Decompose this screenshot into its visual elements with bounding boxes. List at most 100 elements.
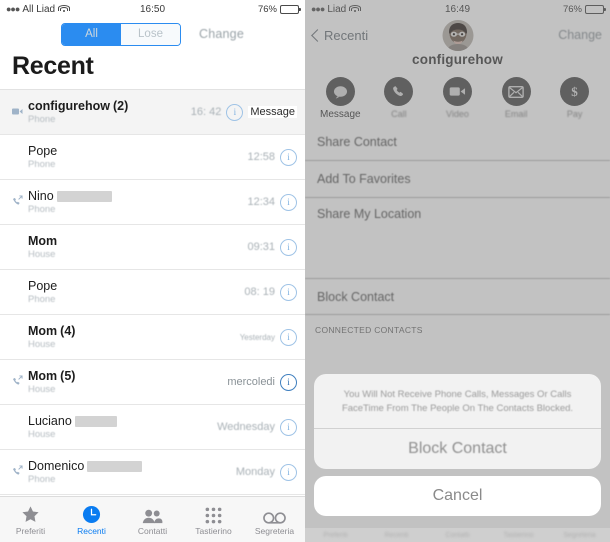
- call-row-body: Luciano House: [28, 414, 217, 440]
- recent-calls-list: configurehow (2) Phone 16: 42 i Message Pope P…: [0, 89, 305, 495]
- row-count: (5): [60, 369, 76, 383]
- call-log-row[interactable]: Mom (5) House mercoledi i: [0, 360, 305, 405]
- caller-label: House: [28, 339, 56, 350]
- star-icon: [21, 504, 40, 524]
- call-timestamp: 09:31: [247, 241, 275, 253]
- caller-label: House: [28, 429, 56, 440]
- call-row-body: Nino Phone: [28, 189, 247, 215]
- tab-preferiti[interactable]: Preferiti: [0, 504, 61, 536]
- tab-label: Tastierino: [195, 525, 232, 536]
- caller-name: Luciano: [28, 414, 217, 428]
- call-timestamp: 12:34: [247, 196, 275, 208]
- edit-button[interactable]: Change: [199, 27, 244, 41]
- people-icon: [142, 504, 163, 524]
- call-row-body: Mom (5) House: [28, 369, 227, 395]
- call-log-row[interactable]: Domenico Phone Monday i: [0, 450, 305, 495]
- call-row-meta: 16: 42 i Message: [190, 103, 305, 121]
- outgoing-call-icon: [12, 463, 23, 481]
- call-row-body: Domenico Phone: [28, 459, 236, 485]
- dual-screenshot-container: ●●● All Liad 16:50 76% All Lose Change R…: [0, 0, 610, 542]
- status-bar-carrier-group: ●●● All Liad: [6, 4, 70, 15]
- call-type-icon-slot: [6, 103, 28, 121]
- call-info-button[interactable]: i: [280, 238, 297, 256]
- row-trailing-label: Message: [248, 106, 297, 118]
- call-row-body: Mom House: [28, 234, 247, 260]
- caller-name: Mom (5): [28, 369, 76, 383]
- call-log-row[interactable]: Pope Phone 08: 19 i: [0, 270, 305, 315]
- row-count: (2): [112, 99, 129, 113]
- ghost-tab-label: Tastierino: [503, 531, 534, 539]
- caller-name: Mom (4): [28, 324, 76, 338]
- tab-label: Preferiti: [15, 525, 46, 536]
- recents-screen: ●●● All Liad 16:50 76% All Lose Change R…: [0, 0, 305, 542]
- call-type-icon-slot: [6, 463, 28, 481]
- contact-detail-screen: ●●● Liad 16:49 76% Recenti Change config…: [305, 0, 610, 542]
- call-info-button[interactable]: i: [280, 193, 297, 211]
- call-log-row[interactable]: Pope Phone 12:58 i: [0, 135, 305, 180]
- battery-percent-label: 76%: [257, 3, 277, 15]
- call-timestamp: mercoledi: [227, 376, 275, 388]
- call-info-button[interactable]: i: [280, 463, 297, 481]
- ghost-tab-label: Segreteria: [563, 531, 596, 539]
- voicemail-icon: [263, 504, 286, 524]
- outgoing-call-icon: [12, 193, 23, 211]
- call-row-meta: Yesterday i: [240, 328, 305, 346]
- caller-name: Mom: [28, 234, 58, 248]
- call-log-row[interactable]: Mom House 09:31 i: [0, 225, 305, 270]
- call-log-row[interactable]: configurehow (2) Phone 16: 42 i Message: [0, 90, 305, 135]
- status-bar-battery-group: 76%: [257, 3, 301, 15]
- call-info-button[interactable]: i: [226, 103, 244, 121]
- call-timestamp: 08: 19: [244, 286, 275, 298]
- call-log-row[interactable]: Luciano House Wednesday i: [0, 405, 305, 450]
- tab-bar-right: Preferiti Recenti Contatti Tastierino Segret…: [305, 528, 610, 542]
- call-log-row[interactable]: Nino Phone 12:34 i: [0, 180, 305, 225]
- block-contact-action-sheet: You Will Not Receive Phone Calls, Messag…: [314, 373, 601, 516]
- call-timestamp: 16: 42: [190, 106, 222, 118]
- caller-name: configurehow (2): [28, 99, 129, 113]
- action-sheet-confirm-button[interactable]: Block Contact: [314, 429, 601, 469]
- call-info-button[interactable]: i: [280, 418, 297, 436]
- tab-bar: Preferiti Recenti Contatti Tastierino Segret…: [0, 496, 305, 542]
- tab-label: Segreteria: [254, 525, 295, 536]
- tab-label: Contatti: [137, 525, 168, 536]
- caller-label: Phone: [28, 204, 56, 215]
- redacted-name-block: [87, 460, 143, 472]
- row-count: (4): [60, 324, 76, 338]
- page-title: Recent: [12, 52, 94, 80]
- action-sheet-cancel-button[interactable]: Cancel: [314, 476, 601, 516]
- call-info-button[interactable]: i: [280, 283, 297, 301]
- call-timestamp: 12:58: [247, 151, 275, 163]
- segment-missed[interactable]: Lose: [121, 23, 180, 45]
- battery-icon: [280, 4, 301, 14]
- tab-label: Recenti: [77, 525, 106, 536]
- outgoing-call-icon: [12, 373, 23, 391]
- call-info-button[interactable]: i: [280, 373, 297, 391]
- action-sheet-message: You Will Not Receive Phone Calls, Messag…: [341, 388, 574, 414]
- ghost-tab-label: Recenti: [384, 531, 409, 539]
- wifi-icon: [57, 4, 70, 14]
- action-sheet-card: You Will Not Receive Phone Calls, Messag…: [314, 373, 601, 469]
- call-type-icon-slot: [6, 373, 28, 391]
- call-row-meta: 12:58 i: [247, 148, 305, 166]
- clock-icon: [82, 504, 101, 524]
- redacted-name-block: [56, 190, 112, 202]
- signal-dots-icon: ●●●: [6, 4, 20, 14]
- caller-label: House: [28, 249, 56, 260]
- caller-label: Phone: [28, 474, 56, 485]
- tab-recenti[interactable]: Recenti: [61, 504, 122, 536]
- call-info-button[interactable]: i: [280, 328, 297, 346]
- call-filter-segmented-control[interactable]: All Lose: [61, 22, 181, 46]
- filter-row: All Lose Change: [0, 18, 305, 50]
- call-log-row[interactable]: Mom (4) House Yesterday i: [0, 315, 305, 360]
- tab-contatti[interactable]: Contatti: [122, 504, 183, 536]
- call-timestamp: Wednesday: [217, 421, 275, 433]
- redacted-name-block: [74, 415, 117, 427]
- call-info-button[interactable]: i: [280, 148, 297, 166]
- tab-segreteria[interactable]: Segreteria: [244, 504, 305, 536]
- tab-tastierino[interactable]: Tastierino: [183, 504, 244, 536]
- keypad-icon: [205, 504, 222, 524]
- call-row-meta: mercoledi i: [227, 373, 305, 391]
- caller-name: Pope: [28, 144, 58, 158]
- segment-all[interactable]: All: [62, 23, 121, 45]
- call-row-body: Mom (4) House: [28, 324, 240, 350]
